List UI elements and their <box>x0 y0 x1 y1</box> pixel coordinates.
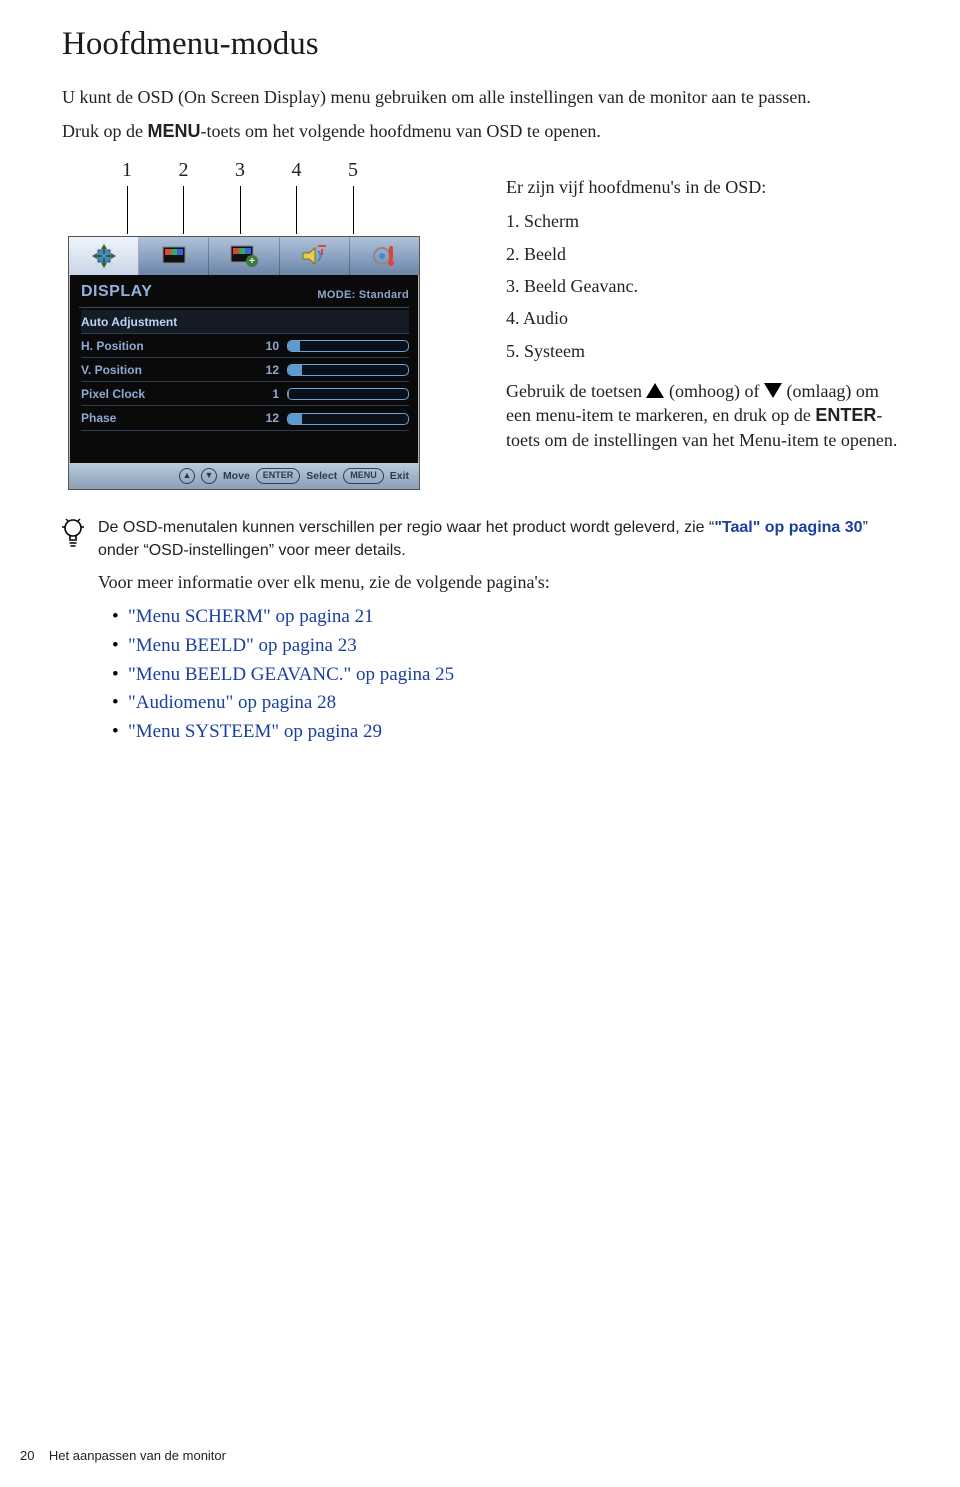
menu-list-item: 5. Systeem <box>506 339 898 363</box>
description-column: Er zijn vijf hoofdmenu's in de OSD: 1. S… <box>506 157 898 470</box>
system-icon <box>372 244 396 268</box>
osd-item-label: Pixel Clock <box>81 386 249 402</box>
link-menu-beeld[interactable]: "Menu BEELD" op pagina 23 <box>128 633 898 659</box>
callout-4: 4 <box>290 157 304 184</box>
osd-item-value: 1 <box>249 386 287 402</box>
osd-tab-system[interactable] <box>350 237 419 275</box>
triangle-up-icon <box>646 383 664 398</box>
svg-text:+: + <box>249 256 255 267</box>
hint-note-a: De OSD-menutalen kunnen verschillen per … <box>98 519 714 536</box>
osd-item-phase[interactable]: Phase 12 <box>81 406 409 430</box>
footer-move: Move <box>223 469 250 483</box>
osd-item-auto-adjustment[interactable]: Auto Adjustment <box>81 310 409 334</box>
menu-list: 1. Scherm 2. Beeld 3. Beeld Geavanc. 4. … <box>506 209 898 362</box>
intro-line-1: U kunt de OSD (On Screen Display) menu g… <box>62 85 898 109</box>
osd-body: Auto Adjustment H. Position 10 V. Positi… <box>69 308 419 463</box>
callout-lines <box>120 186 360 234</box>
link-menu-beeld-geavanc[interactable]: "Menu BEELD GEAVANC." op pagina 25 <box>128 662 898 688</box>
instr-b: (omhoog) of <box>664 381 763 401</box>
osd-mode-label: MODE: Standard <box>317 288 409 303</box>
menu-list-item: 3. Beeld Geavanc. <box>506 274 898 298</box>
picture-icon <box>162 246 186 266</box>
osd-tab-audio[interactable] <box>280 237 350 275</box>
intro-block: U kunt de OSD (On Screen Display) menu g… <box>62 85 898 144</box>
footer-menu-chip: MENU <box>343 468 384 484</box>
triangle-down-icon <box>764 383 782 398</box>
instruction-paragraph: Gebruik de toetsen (omhoog) of (omlaag) … <box>506 379 898 452</box>
display-icon <box>91 244 117 268</box>
menu-list-item: 4. Audio <box>506 306 898 330</box>
instr-a: Gebruik de toetsen <box>506 381 646 401</box>
link-menu-systeem[interactable]: "Menu SYSTEEM" op pagina 29 <box>128 719 898 745</box>
footer-select: Select <box>306 469 337 483</box>
link-taal[interactable]: "Taal" op pagina 30 <box>714 519 862 536</box>
intro2-post: -toets om het volgende hoofdmenu van OSD… <box>200 121 600 141</box>
link-menu-scherm[interactable]: "Menu SCHERM" op pagina 21 <box>128 604 898 630</box>
up-icon: ▲ <box>179 468 195 484</box>
callout-5: 5 <box>346 157 360 184</box>
footer-enter-chip: ENTER <box>256 468 301 484</box>
slider[interactable] <box>287 364 409 376</box>
intro-line-2: Druk op de MENU-toets om het volgende ho… <box>62 119 898 143</box>
page-footer: 20 Het aanpassen van de monitor <box>20 1447 226 1465</box>
osd-item-h-position[interactable]: H. Position 10 <box>81 334 409 358</box>
picture-adv-icon: + <box>230 245 258 267</box>
callout-3: 3 <box>233 157 247 184</box>
link-list: "Menu SCHERM" op pagina 21 "Menu BEELD" … <box>98 604 898 744</box>
down-icon: ▼ <box>201 468 217 484</box>
audio-icon <box>301 245 327 267</box>
osd-title: DISPLAY <box>81 281 152 303</box>
footer-exit: Exit <box>390 469 409 483</box>
osd-footer: ▲ ▼ Move ENTER Select MENU Exit <box>69 463 419 489</box>
osd-item-value: 12 <box>249 410 287 426</box>
hint-note: De OSD-menutalen kunnen verschillen per … <box>98 516 898 562</box>
osd-item-value: 12 <box>249 362 287 378</box>
lightbulb-icon <box>62 518 84 554</box>
page-number: 20 <box>20 1448 34 1463</box>
osd-tab-display[interactable] <box>69 237 139 275</box>
intro2-pre: Druk op de <box>62 121 147 141</box>
link-audiomenu[interactable]: "Audiomenu" op pagina 28 <box>128 690 898 716</box>
enter-key-label: ENTER <box>815 405 876 425</box>
section-name: Het aanpassen van de monitor <box>49 1448 226 1463</box>
lead-text: Er zijn vijf hoofdmenu's in de OSD: <box>506 175 898 199</box>
menu-list-item: 1. Scherm <box>506 209 898 233</box>
figure-column: 1 2 3 4 5 <box>62 157 452 490</box>
slider[interactable] <box>287 413 409 425</box>
osd-header: DISPLAY MODE: Standard <box>69 275 419 307</box>
hint-more: Voor meer informatie over elk menu, zie … <box>98 570 898 594</box>
osd-tab-picture-adv[interactable]: + <box>209 237 279 275</box>
hint-block: De OSD-menutalen kunnen verschillen per … <box>62 516 898 755</box>
slider[interactable] <box>287 340 409 352</box>
osd-item-value: 10 <box>249 338 287 354</box>
osd-item-label: H. Position <box>81 338 249 354</box>
menu-key-label: MENU <box>147 121 200 141</box>
osd-item-pixel-clock[interactable]: Pixel Clock 1 <box>81 382 409 406</box>
osd-item-v-position[interactable]: V. Position 12 <box>81 358 409 382</box>
menu-list-item: 2. Beeld <box>506 242 898 266</box>
osd-tabs: + <box>69 237 419 275</box>
page-title: Hoofdmenu-modus <box>62 22 898 67</box>
callout-1: 1 <box>120 157 134 184</box>
callout-2: 2 <box>177 157 191 184</box>
callout-numbers: 1 2 3 4 5 <box>120 157 360 184</box>
osd-menu: + DISPLAY M <box>68 236 420 490</box>
osd-item-label: V. Position <box>81 362 249 378</box>
osd-tab-picture[interactable] <box>139 237 209 275</box>
osd-item-label: Auto Adjustment <box>81 314 409 330</box>
slider[interactable] <box>287 388 409 400</box>
osd-item-label: Phase <box>81 410 249 426</box>
